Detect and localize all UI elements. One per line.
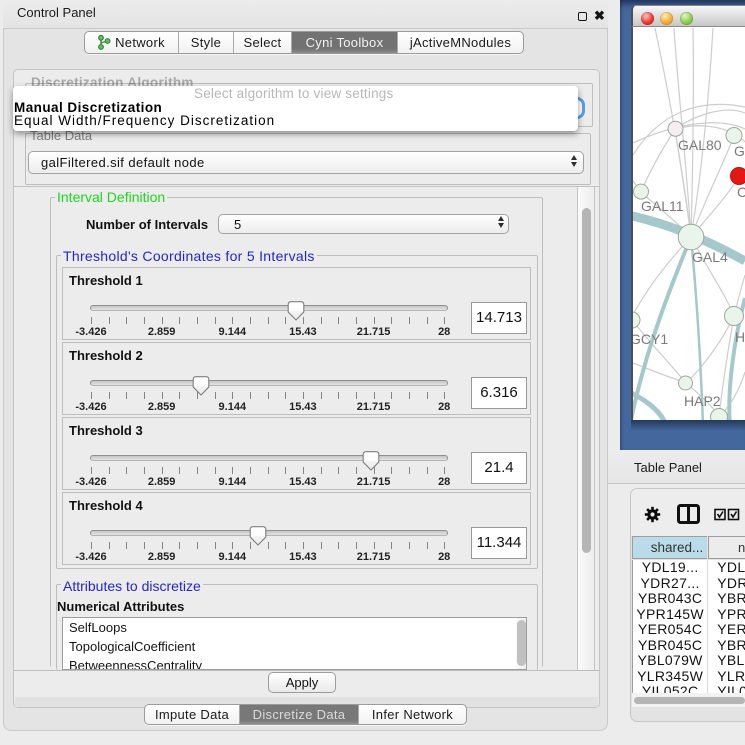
svg-text:HAP2: HAP2 bbox=[684, 393, 721, 409]
svg-text:GAL4: GAL4 bbox=[692, 249, 728, 265]
svg-text:GAL11: GAL11 bbox=[641, 198, 684, 214]
svg-text:G.: G. bbox=[734, 143, 745, 159]
svg-text:GAL80: GAL80 bbox=[678, 137, 722, 153]
svg-text:H: H bbox=[735, 329, 745, 345]
svg-text:GCY1: GCY1 bbox=[633, 331, 668, 347]
svg-text:C: C bbox=[737, 184, 745, 200]
